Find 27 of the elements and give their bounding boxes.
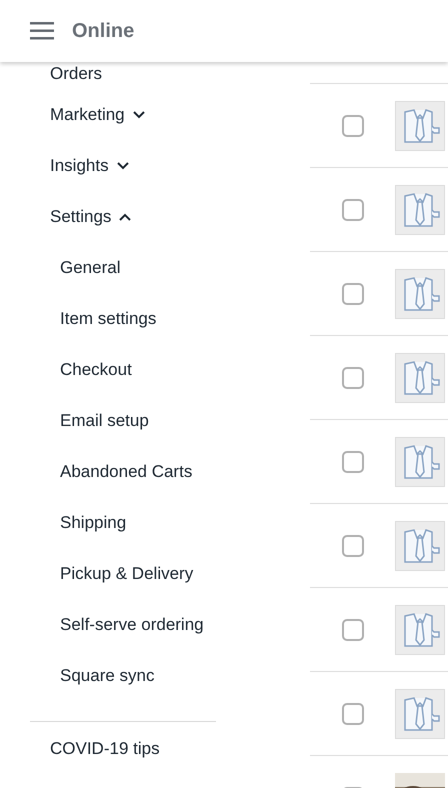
nav-item[interactable]: Insights [50,152,129,178]
chevron-up-icon [119,212,132,220]
checkbox[interactable] [342,702,364,724]
nav-subitem[interactable]: General [60,254,120,280]
nav-subitem[interactable]: Item settings [60,306,156,332]
nav-item[interactable]: COVID-19 tips [50,736,160,762]
chevron-down-icon [116,162,129,170]
checkbox[interactable] [342,534,364,556]
nav-subitem[interactable]: Email setup [60,408,149,434]
page-title: Online [72,19,134,44]
chevron-down-icon [132,110,145,118]
checkbox[interactable] [342,198,364,220]
checkbox[interactable] [342,618,364,640]
checkbox[interactable] [342,282,364,304]
nav-item[interactable]: Marketing [50,102,145,128]
checkbox[interactable] [342,114,364,136]
nav-subitem[interactable]: Shipping [60,510,126,536]
nav-subitem[interactable]: Self-serve ordering [60,612,204,638]
nav-subitem[interactable]: Abandoned Carts [60,458,192,484]
nav-subitem[interactable]: Square sync [60,662,154,688]
nav-item[interactable]: Orders [50,60,102,86]
checkbox[interactable] [342,366,364,388]
menu-icon[interactable] [30,22,54,40]
nav-subitem[interactable]: Checkout [60,356,132,382]
checkbox[interactable] [342,450,364,472]
nav-item[interactable]: Settings [50,204,132,230]
nav-subitem[interactable]: Pickup & Delivery [60,560,194,586]
